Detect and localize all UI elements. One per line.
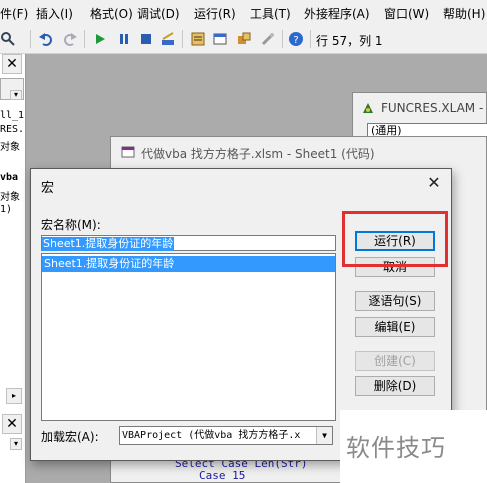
annotation-highlight [342, 211, 448, 267]
project-tree-text[interactable]: 1) [0, 204, 12, 215]
module-icon [121, 146, 135, 158]
macros-in-value: VBAProject (代做vba 找方方格子.x [122, 430, 301, 441]
close-icon[interactable]: ✕ [425, 174, 443, 192]
toolbar-separator [30, 30, 31, 48]
macro-list[interactable]: Sheet1.提取身份证的年龄 [41, 253, 336, 421]
chevron-down-icon[interactable]: ▾ [10, 90, 22, 100]
run-icon[interactable] [92, 31, 108, 47]
project-tree-text[interactable]: 对象 [0, 138, 20, 153]
edit-button[interactable]: 编辑(E) [355, 317, 435, 337]
toolbar-separator [182, 30, 183, 48]
pause-icon[interactable] [116, 31, 132, 47]
close-icon[interactable]: ✕ [2, 54, 22, 74]
menu-help[interactable]: 帮助(H) [443, 5, 485, 22]
toolbox-icon[interactable] [260, 31, 276, 47]
menu-tools[interactable]: 工具(T) [250, 5, 291, 22]
redo-icon[interactable] [62, 31, 78, 47]
toolbar-separator [310, 30, 311, 48]
project-tree-text[interactable]: ll_1 [0, 110, 24, 121]
find-icon[interactable] [0, 31, 16, 47]
project-tree-text[interactable]: RES. [0, 124, 24, 135]
project-tree-text[interactable]: 对象 [0, 188, 20, 203]
toolbar-separator [282, 30, 283, 48]
menu-window[interactable]: 窗口(W) [384, 5, 429, 22]
toolbar-separator [84, 30, 85, 48]
menu-debug[interactable]: 调试(D) [137, 5, 180, 22]
window-title: FUNCRES.XLAM - [381, 101, 484, 115]
svg-text:?: ? [293, 35, 298, 46]
project-explorer-icon[interactable] [190, 31, 206, 47]
menu-insert[interactable]: 插入(I) [36, 5, 73, 22]
macro-name-label: 宏名称(M): [41, 218, 101, 232]
code-line[interactable]: Case 15 [199, 469, 245, 482]
menu-addins[interactable]: 外接程序(A) [304, 5, 370, 22]
chevron-down-icon[interactable]: ▾ [10, 438, 22, 450]
menu-bar: 件(F) 插入(I) 格式(O) 调试(D) 运行(R) 工具(T) 外接程序(… [0, 0, 487, 26]
macros-in-label: 加载宏(A): [41, 430, 99, 444]
step-into-button[interactable]: 逐语句(S) [355, 291, 435, 311]
list-item[interactable]: Sheet1.提取身份证的年龄 [42, 256, 335, 272]
project-explorer-pane[interactable]: ✕ ▾ ll_1 RES. 对象 vba 对象 1) ▸ ✕ ▾ [0, 54, 26, 483]
macros-in-select[interactable]: VBAProject (代做vba 找方方格子.x ▼ [119, 426, 333, 445]
watermark-text: 软件技巧 [346, 434, 446, 462]
close-icon[interactable]: ✕ [2, 414, 22, 434]
help-icon[interactable]: ? [288, 31, 304, 47]
project-tree-text[interactable]: vba [0, 172, 18, 183]
menu-format[interactable]: 格式(O) [90, 5, 133, 22]
watermark: 软件技巧 [340, 410, 487, 483]
module-icon [363, 103, 373, 113]
toolbar: ? 行 57，列 1 [0, 26, 487, 54]
cursor-position-readout: 行 57，列 1 [316, 34, 383, 48]
undo-icon[interactable] [38, 31, 54, 47]
window-title: 代做vba 找方方格子.xlsm - Sheet1 (代码) [141, 147, 375, 161]
menu-file[interactable]: 件(F) [0, 5, 28, 22]
properties-window-icon[interactable] [212, 31, 228, 47]
macro-name-value: Sheet1.提取身份证的年龄 [42, 237, 175, 251]
stop-icon[interactable] [138, 31, 154, 47]
dialog-title: 宏 [41, 181, 55, 196]
delete-button[interactable]: 删除(D) [355, 376, 435, 396]
macro-name-input[interactable]: Sheet1.提取身份证的年龄 [41, 235, 336, 251]
scroll-right-icon[interactable]: ▸ [6, 388, 22, 404]
create-button[interactable]: 创建(C) [355, 351, 435, 371]
object-browser-icon[interactable] [236, 31, 252, 47]
design-mode-icon[interactable] [160, 31, 176, 47]
menu-run[interactable]: 运行(R) [194, 5, 236, 22]
chevron-down-icon[interactable]: ▼ [316, 427, 332, 444]
